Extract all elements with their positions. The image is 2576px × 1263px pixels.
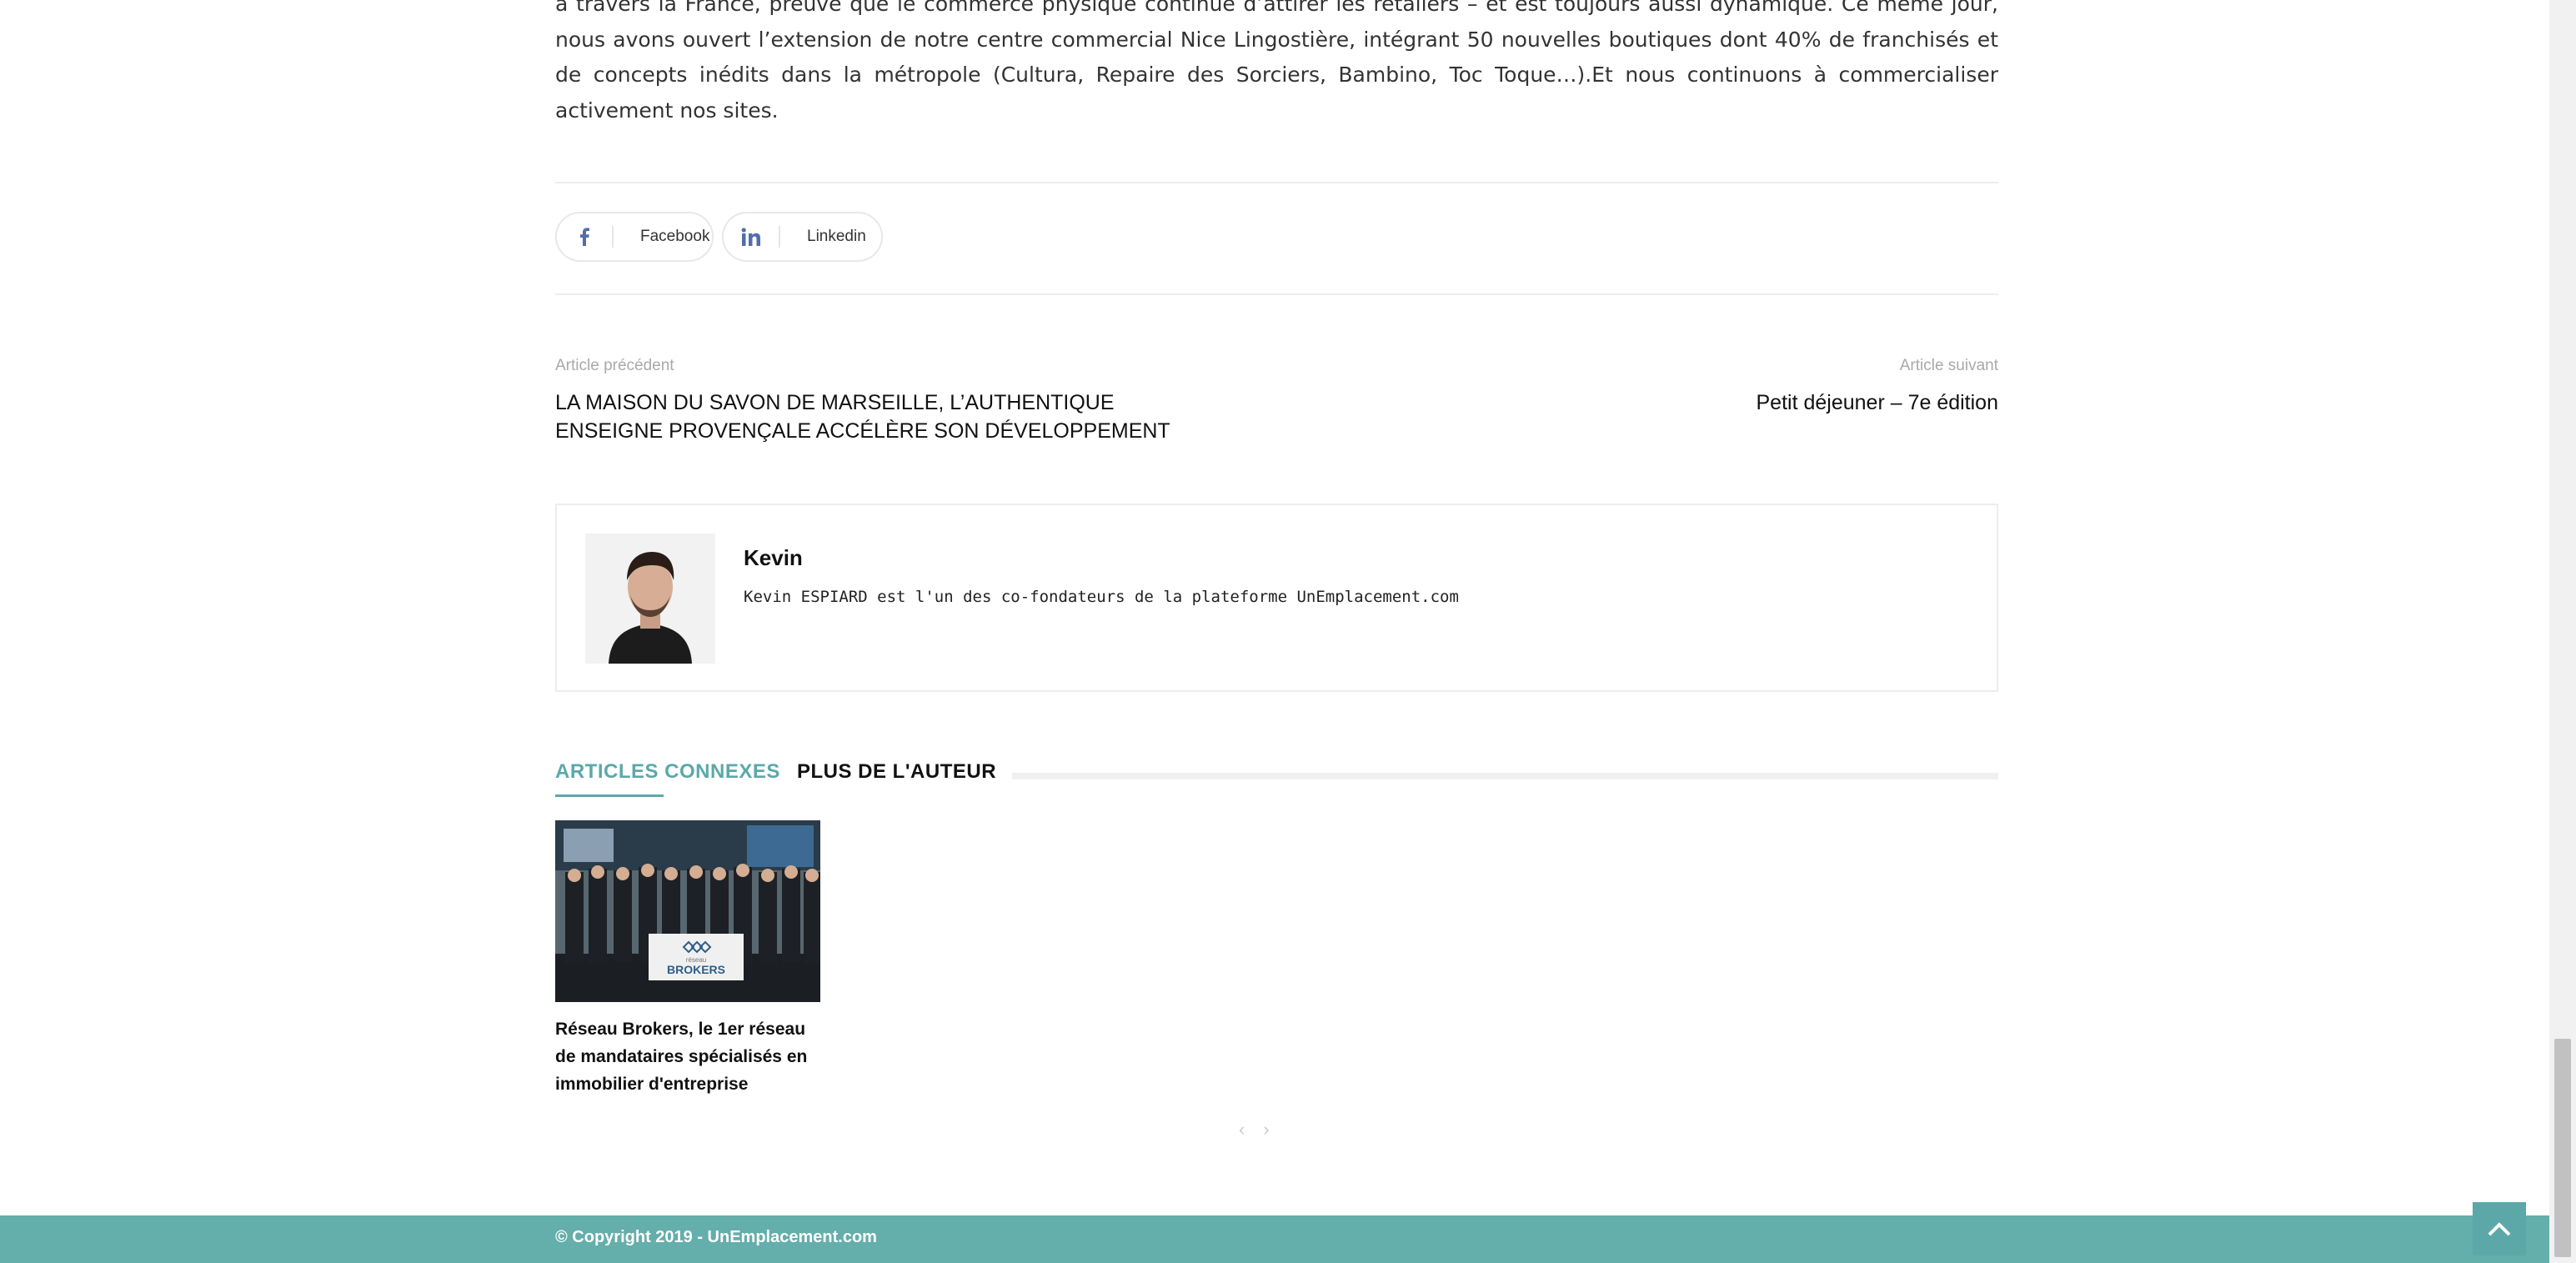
related-tabs: ARTICLES CONNEXES PLUS DE L'AUTEUR [555, 760, 1998, 797]
author-photo [585, 534, 715, 664]
footer-copyright: © Copyright 2019 - UnEmplacement.com [555, 1228, 877, 1246]
related-article-thumbnail[interactable]: réseau BROKERS [555, 820, 820, 1002]
page-scrollbar[interactable] [2549, 0, 2576, 1263]
share-linkedin-button[interactable]: Linkedin [722, 212, 883, 262]
divider [555, 182, 1998, 183]
related-pager: ‹ › [1239, 1119, 1270, 1140]
site-footer: © Copyright 2019 - UnEmplacement.com [0, 1215, 2576, 1263]
tab-articles-connexes[interactable]: ARTICLES CONNEXES [555, 760, 780, 784]
active-tab-indicator [555, 794, 664, 797]
share-linkedin-label: Linkedin [807, 228, 866, 245]
share-separator [612, 226, 614, 248]
share-facebook-label: Facebook [640, 228, 710, 245]
pager-next-button[interactable]: › [1263, 1119, 1269, 1140]
share-separator [779, 226, 780, 248]
share-facebook-button[interactable]: Facebook [555, 212, 714, 262]
article-paragraph: à travers la France, preuve que le comme… [555, 0, 1998, 123]
related-article-title[interactable]: Réseau Brokers, le 1er réseau de mandata… [555, 1015, 820, 1098]
chevron-up-icon [2488, 1222, 2511, 1236]
prev-article-label: Article précédent [555, 357, 674, 374]
next-article-link[interactable]: Petit déjeuner – 7e édition [1757, 388, 1999, 417]
author-avatar[interactable] [585, 534, 715, 664]
next-article-label: Article suivant [1899, 357, 1998, 374]
sign-text-brokers: BROKERS [667, 963, 725, 976]
linkedin-icon [724, 228, 779, 246]
author-box: Kevin Kevin ESPIARD est l'un des co-fond… [555, 504, 1998, 692]
facebook-icon [557, 228, 612, 246]
prev-article-link[interactable]: LA MAISON DU SAVON DE MARSEILLE, L’AUTHE… [555, 388, 1205, 445]
pager-prev-button[interactable]: ‹ [1239, 1119, 1245, 1140]
tabs-divider [1012, 773, 1998, 779]
tab-plus-de-l-auteur[interactable]: PLUS DE L'AUTEUR [797, 760, 996, 784]
author-name[interactable]: Kevin [744, 545, 803, 571]
related-article-card[interactable]: réseau BROKERS Réseau Brokers, le 1er ré… [555, 820, 820, 1098]
divider [555, 293, 1998, 295]
back-to-top-button[interactable] [2473, 1202, 2526, 1255]
author-description: Kevin ESPIARD est l'un des co-fondateurs… [744, 588, 1459, 606]
scrollbar-thumb[interactable] [2554, 1039, 2571, 1257]
